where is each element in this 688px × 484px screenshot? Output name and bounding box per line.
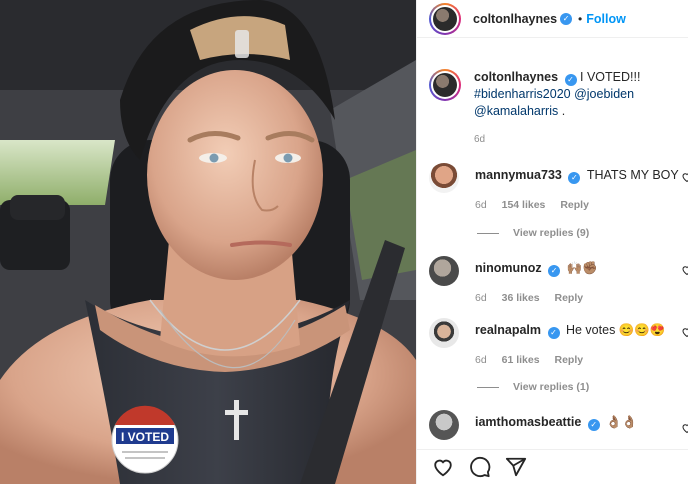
comment-icon[interactable]: [469, 456, 491, 478]
comment-likes[interactable]: 154 likes: [502, 199, 546, 211]
view-replies-label: View replies (1): [513, 381, 590, 393]
caption-body: I VOTED!!!: [580, 70, 641, 84]
comment-item: iamthomasbeattie ✓ 👌🏽👌🏽: [429, 410, 688, 440]
separator-dot: •: [578, 11, 583, 26]
comment-time[interactable]: 6d: [475, 292, 487, 304]
verified-badge-icon: ✓: [564, 73, 577, 86]
comment-item: ninomunoz ✓ 🙌🏽✊🏽 6d 36 likes Reply: [429, 256, 688, 306]
commenter-username[interactable]: ninomunoz: [475, 261, 542, 275]
caption-block: coltonlhaynes ✓ I VOTED!!! #bidenharris2…: [417, 69, 688, 148]
verified-badge-icon: ✓: [560, 12, 573, 25]
commenter-avatar[interactable]: [429, 318, 459, 348]
comment-item: realnapalm ✓ He votes 😊😊😍 6d 61 likes Re…: [429, 318, 688, 368]
commenter-avatar[interactable]: [429, 163, 459, 193]
reply-button[interactable]: Reply: [554, 292, 583, 304]
caption-end: .: [561, 104, 566, 118]
comment-likes[interactable]: 61 likes: [502, 354, 540, 366]
caption-avatar[interactable]: [429, 69, 461, 101]
commenter-avatar[interactable]: [429, 256, 459, 286]
view-replies-button[interactable]: View replies (1): [477, 381, 589, 393]
heart-icon[interactable]: [431, 456, 455, 478]
comment-likes[interactable]: 36 likes: [502, 292, 540, 304]
action-bar: [417, 449, 688, 484]
heart-icon[interactable]: [681, 264, 688, 276]
caption-username[interactable]: coltonlhaynes: [474, 70, 558, 84]
heart-icon[interactable]: [681, 326, 688, 338]
selfie-image: I VOTED: [0, 0, 416, 484]
commenter-username[interactable]: realnapalm: [475, 323, 541, 337]
mention-link[interactable]: @kamalaharris: [474, 104, 558, 118]
comment-text: He votes 😊😊😍: [565, 323, 666, 337]
comment-text: THATS MY BOY: [586, 168, 679, 182]
verified-badge-icon: ✓: [548, 265, 561, 277]
reply-button[interactable]: Reply: [560, 199, 589, 211]
commenter-username[interactable]: mannymua733: [475, 168, 562, 182]
post-side-panel: coltonlhaynes ✓ • Follow coltonlhaynes ✓…: [416, 0, 688, 484]
verified-badge-icon: ✓: [587, 419, 600, 431]
view-replies-label: View replies (9): [513, 227, 590, 239]
sticker-text: I VOTED: [121, 430, 169, 444]
post-header: coltonlhaynes ✓ • Follow: [417, 0, 688, 38]
mention-link[interactable]: @joebiden: [574, 87, 634, 101]
verified-badge-icon: ✓: [568, 172, 581, 184]
comment-text: 👌🏽👌🏽: [606, 415, 638, 429]
verified-badge-icon: ✓: [547, 327, 560, 339]
commenter-username[interactable]: iamthomasbeattie: [475, 415, 581, 429]
hashtag-link[interactable]: #bidenharris2020: [474, 87, 571, 101]
follow-button[interactable]: Follow: [586, 12, 626, 26]
author-avatar[interactable]: [429, 2, 461, 35]
heart-icon[interactable]: [681, 422, 688, 434]
reply-button[interactable]: Reply: [554, 354, 583, 366]
comment-time[interactable]: 6d: [475, 354, 487, 366]
post-photo[interactable]: I VOTED: [0, 0, 416, 484]
paper-plane-icon[interactable]: [505, 456, 527, 478]
author-username[interactable]: coltonlhaynes: [473, 12, 557, 26]
commenter-avatar[interactable]: [429, 410, 459, 440]
heart-icon[interactable]: [681, 171, 688, 183]
comment-text: 🙌🏽✊🏽: [566, 261, 598, 275]
comment-time[interactable]: 6d: [475, 199, 487, 211]
comment-item: mannymua733 ✓ THATS MY BOY 6d 154 likes …: [429, 163, 688, 213]
view-replies-button[interactable]: View replies (9): [477, 227, 589, 239]
caption-text: coltonlhaynes ✓ I VOTED!!! #bidenharris2…: [474, 69, 674, 148]
caption-time[interactable]: 6d: [474, 131, 674, 148]
